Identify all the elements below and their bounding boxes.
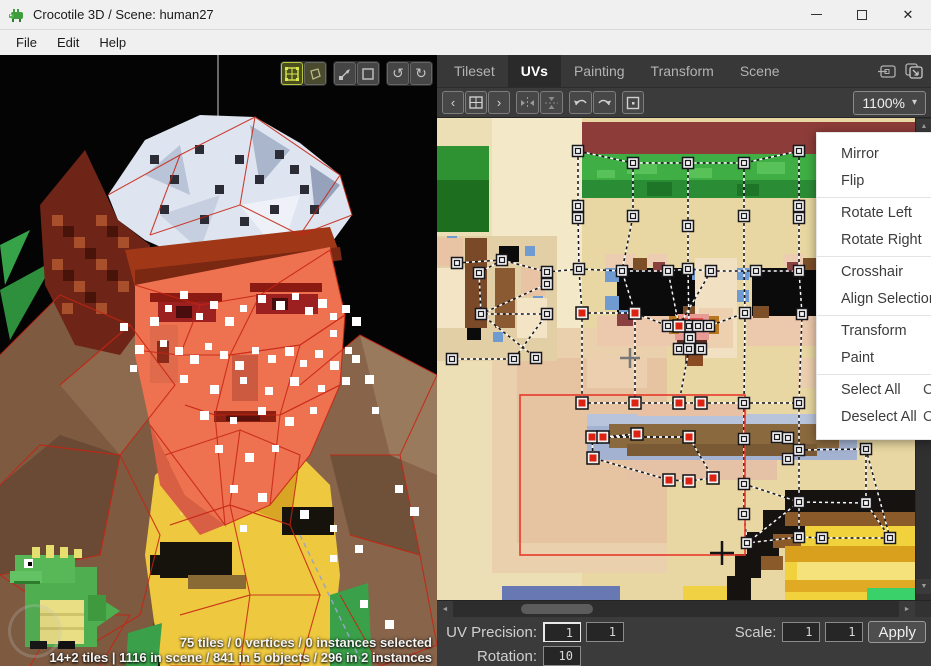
uv-rotate-right-icon [597,96,612,109]
rect-select-icon [361,67,375,81]
prism-button[interactable] [304,62,326,85]
menu-deselect-all-shortcut: Ctrl+D [923,404,931,431]
menu-transform[interactable]: Transform [817,318,931,345]
menu-select-all-shortcut: Ctrl+A [923,377,931,404]
tab-transform[interactable]: Transform [638,55,727,87]
menu-paint[interactable]: Paint [817,345,931,372]
menu-edit[interactable]: Edit [47,30,89,55]
chevron-down-icon: ▾ [912,97,917,108]
uv-toolbar: ‹ › [437,88,931,118]
rotation-input[interactable] [543,646,581,666]
menu-separator [817,256,931,257]
maximize-icon [857,10,867,20]
horizontal-scrollbar[interactable]: ◄ ► [437,600,931,617]
rotation-label: Rotation: [437,648,543,665]
crocotile-logo-icon [8,6,26,24]
menu-crosshair[interactable]: Crosshair [817,259,931,286]
scale-label: Scale: [735,624,783,641]
next-tile-button[interactable]: › [488,91,510,114]
scene-stats: 14+2 tiles | 1116 in scene / 841 in 5 ob… [49,650,432,665]
swap-panel-button[interactable] [903,62,925,81]
tile-page-icon [469,96,483,109]
tile-grid-icon [285,67,299,81]
menu-separator [817,374,931,375]
viewport-status: 75 tiles / 0 vertices / 0 instances sele… [49,635,432,665]
dock-panel-icon [877,63,897,79]
scroll-right-button[interactable]: ► [899,601,915,617]
panel-tabs: Tileset UVs Painting Transform Scene [437,55,931,88]
selection-status: 75 tiles / 0 vertices / 0 instances sele… [49,635,432,650]
move-vertex-icon [338,67,352,81]
zoom-value: 1100% [862,95,905,111]
menu-rotate-right[interactable]: Rotate Right [817,227,931,254]
app-window: Crocotile 3D / Scene: human27 ✕ File Edi… [0,0,931,666]
scroll-left-button[interactable]: ◄ [437,601,453,617]
minimize-icon [811,14,822,15]
uv-precision-x-input[interactable] [543,622,581,642]
close-icon: ✕ [903,8,914,21]
menu-separator [817,315,931,316]
apply-button[interactable]: Apply [868,621,926,643]
move-vertex-button[interactable] [334,62,356,85]
prev-tile-button[interactable]: ‹ [442,91,464,114]
mirror-horizontal-icon [520,96,535,110]
menu-help[interactable]: Help [89,30,136,55]
3d-viewport[interactable]: ↺ ↻ 75 tiles / 0 vertices / 0 instances … [0,55,437,666]
mirror-vertical-button[interactable] [540,91,563,114]
swap-panel-icon [904,62,924,80]
uv-bottom-bar: UV Precision: Rotation: Scale: Apply [437,617,931,666]
uv-rotate-left-button[interactable] [569,91,592,114]
titlebar: Crocotile 3D / Scene: human27 ✕ [0,0,931,30]
rotate-ccw-button[interactable]: ↺ [387,62,409,85]
scroll-down-button[interactable]: ▼ [916,579,931,594]
uv-context-menu: Mirror Flip Rotate Left Rotate Right Cro… [816,132,931,440]
window-title: Crocotile 3D / Scene: human27 [33,7,214,22]
menu-flip[interactable]: Flip [817,168,931,195]
scale-y-input[interactable] [825,622,863,642]
tab-scene[interactable]: Scene [727,55,793,87]
hscroll-thumb[interactable] [521,604,593,614]
scale-x-input[interactable] [782,622,820,642]
rect-select-button[interactable] [357,62,379,85]
uv-rotate-right-button[interactable] [593,91,616,114]
uv-precision-y-input[interactable] [586,622,624,642]
menu-deselect-all[interactable]: Deselect AllCtrl+D [817,404,931,431]
dock-panel-button[interactable] [876,62,898,81]
menubar: File Edit Help [0,30,931,55]
3d-scene-render [0,55,437,666]
prism-icon [308,67,322,81]
menu-select-all[interactable]: Select AllCtrl+A [817,377,931,404]
center-view-button[interactable] [622,91,644,114]
menu-separator [817,197,931,198]
menu-mirror[interactable]: Mirror [817,141,931,168]
close-button[interactable]: ✕ [885,0,931,29]
tab-painting[interactable]: Painting [561,55,638,87]
tab-tileset[interactable]: Tileset [441,55,508,87]
tile-grid-button[interactable] [281,62,303,85]
center-view-icon [626,96,640,110]
uv-precision-label: UV Precision: [437,624,543,641]
minimize-button[interactable] [793,0,839,29]
rotate-ccw-icon: ↺ [392,65,404,82]
menu-rotate-left[interactable]: Rotate Left [817,200,931,227]
zoom-dropdown[interactable]: 1100% ▾ [853,91,926,115]
scrollbar-corner [915,601,931,617]
menu-align-selection[interactable]: Align Selection [817,286,931,313]
tab-uvs[interactable]: UVs [508,55,561,87]
mirror-horizontal-button[interactable] [516,91,539,114]
rotate-cw-icon: ↻ [415,65,427,82]
uv-rotate-left-icon [573,96,588,109]
rotate-cw-button[interactable]: ↻ [410,62,432,85]
mirror-vertical-icon [544,96,559,110]
menu-file[interactable]: File [6,30,47,55]
viewport-toolbar: ↺ ↻ [280,61,433,86]
maximize-button[interactable] [839,0,885,29]
tile-page-button[interactable] [465,91,487,114]
